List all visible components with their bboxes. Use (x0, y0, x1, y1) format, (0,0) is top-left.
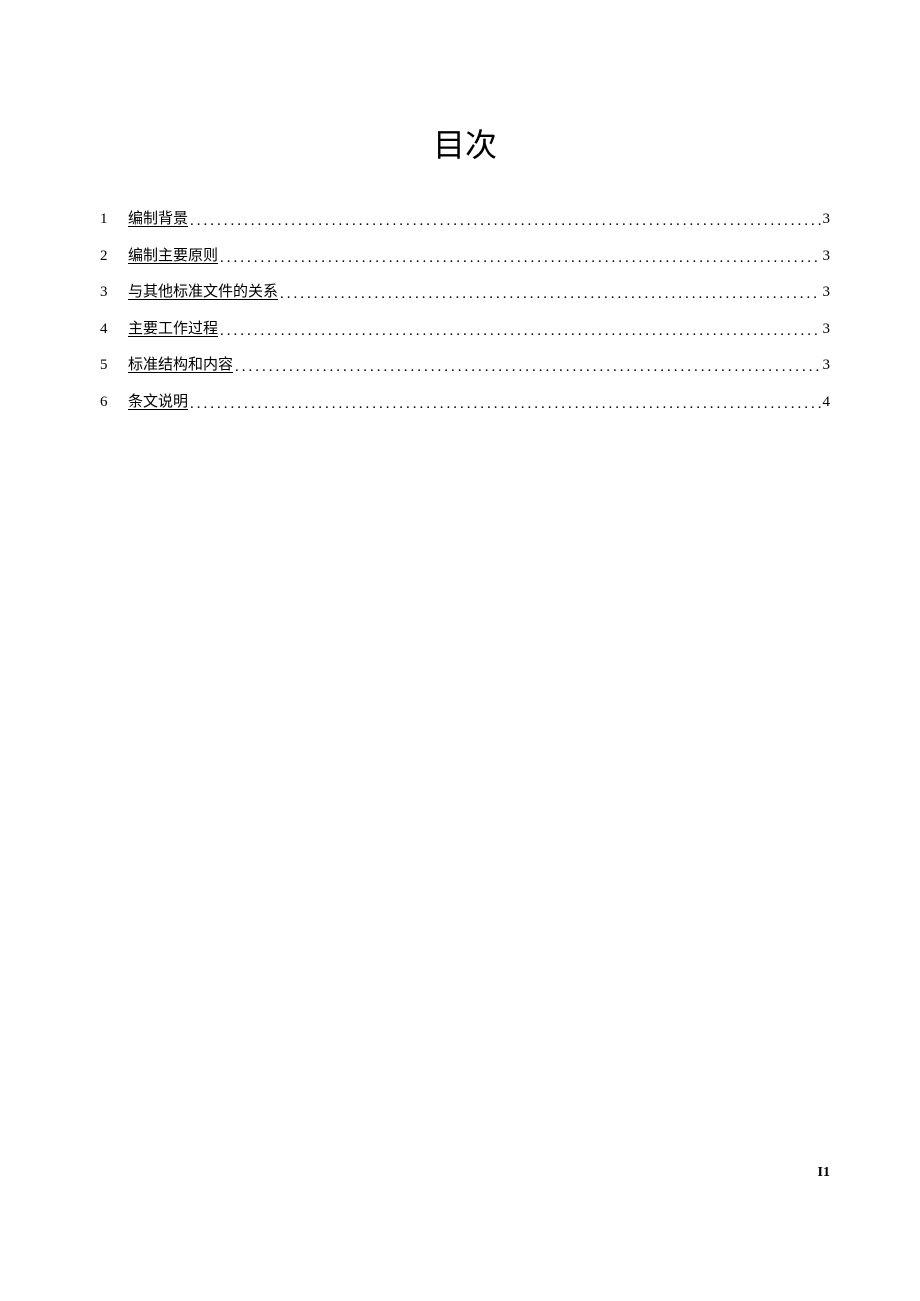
toc-entry: 3 与其他标准文件的关系 3 (100, 281, 830, 304)
toc-entry-page: 3 (821, 354, 831, 377)
toc-entry-link[interactable]: 标准结构和内容 (128, 354, 233, 377)
document-page: 目次 1 编制背景 3 2 编制主要原则 3 3 与其他标准文件的关系 3 4 … (0, 0, 920, 1301)
toc-entry-number: 5 (100, 354, 128, 377)
toc-entry: 5 标准结构和内容 3 (100, 354, 830, 377)
toc-entry-page: 3 (821, 245, 831, 268)
toc-entry: 6 条文说明 4 (100, 391, 830, 414)
toc-entry-number: 4 (100, 318, 128, 341)
toc-entry-number: 3 (100, 281, 128, 304)
toc-leader-dots (218, 320, 820, 343)
toc-leader-dots (233, 356, 820, 379)
toc-entry: 4 主要工作过程 3 (100, 318, 830, 341)
toc-leader-dots (278, 283, 820, 306)
toc-entry-number: 6 (100, 391, 128, 414)
table-of-contents: 1 编制背景 3 2 编制主要原则 3 3 与其他标准文件的关系 3 4 主要工… (100, 208, 830, 413)
toc-entry-page: 3 (821, 318, 831, 341)
toc-entry-link[interactable]: 条文说明 (128, 391, 188, 414)
toc-entry: 2 编制主要原则 3 (100, 245, 830, 268)
toc-entry-number: 1 (100, 208, 128, 231)
toc-entry-page: 3 (821, 208, 831, 231)
toc-entry-page: 4 (821, 391, 831, 414)
toc-leader-dots (188, 393, 820, 416)
toc-entry-link[interactable]: 与其他标准文件的关系 (128, 281, 278, 304)
toc-entry-link[interactable]: 主要工作过程 (128, 318, 218, 341)
toc-entry-link[interactable]: 编制主要原则 (128, 245, 218, 268)
toc-leader-dots (218, 247, 820, 270)
toc-title: 目次 (100, 120, 830, 166)
toc-entry-number: 2 (100, 245, 128, 268)
toc-leader-dots (188, 210, 820, 233)
page-number: I1 (818, 1165, 830, 1181)
toc-entry-link[interactable]: 编制背景 (128, 208, 188, 231)
toc-entry: 1 编制背景 3 (100, 208, 830, 231)
toc-entry-page: 3 (821, 281, 831, 304)
